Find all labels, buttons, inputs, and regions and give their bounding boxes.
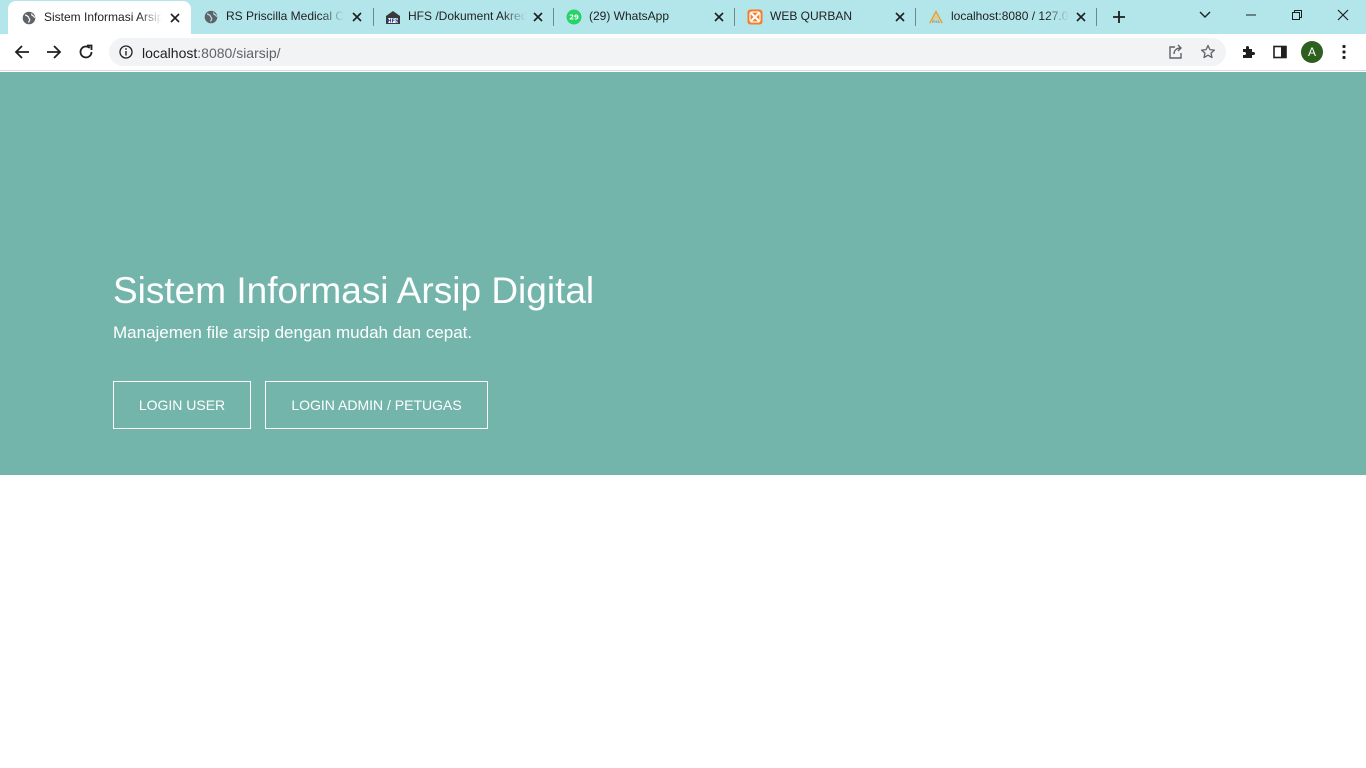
menu-button[interactable] (1332, 40, 1356, 64)
url-text: localhost:8080/siarsip/ (142, 45, 281, 61)
login-admin-button[interactable]: LOGIN ADMIN / PETUGAS (265, 381, 488, 429)
hero-section: Sistem Informasi Arsip Digital Manajemen… (0, 72, 1366, 475)
tab-title: RS Priscilla Medical Ce (226, 9, 344, 23)
phpmyadmin-icon: PMA (928, 9, 944, 25)
minimize-button[interactable] (1239, 5, 1263, 25)
close-icon[interactable] (711, 9, 727, 25)
tab-strip: Sistem Informasi Arsip RS Priscilla Medi… (0, 0, 1366, 34)
tab-whatsapp[interactable]: 29 (29) WhatsApp (553, 0, 735, 34)
puzzle-icon (1243, 46, 1255, 58)
close-window-button[interactable] (1331, 5, 1355, 25)
info-icon[interactable] (118, 44, 134, 60)
whatsapp-icon: 29 (566, 9, 582, 25)
globe-icon (203, 9, 219, 25)
chevron-down-icon (1199, 11, 1211, 18)
close-icon (1337, 9, 1349, 21)
hfs-icon: HFS (385, 9, 401, 25)
svg-text:HFS: HFS (387, 18, 399, 24)
more-vert-icon (1342, 44, 1346, 60)
new-tab-button[interactable] (1109, 7, 1129, 27)
url-host: localhost (142, 45, 198, 61)
url-path: :8080/siarsip/ (197, 45, 281, 61)
tab-separator (1096, 8, 1097, 26)
restore-button[interactable] (1285, 5, 1309, 25)
reload-icon (79, 44, 93, 59)
tab-search-button[interactable] (1193, 5, 1217, 25)
address-bar[interactable]: localhost:8080/siarsip/ (109, 38, 1226, 66)
tab-sistem-informasi-arsip[interactable]: Sistem Informasi Arsip (8, 1, 191, 34)
tab-hfs-dokument[interactable]: HFS HFS /Dokument Akred (372, 0, 554, 34)
tab-web-qurban[interactable]: WEB QURBAN (734, 0, 916, 34)
close-icon[interactable] (892, 9, 908, 25)
close-icon[interactable] (1073, 9, 1089, 25)
page-subtitle: Manajemen file arsip dengan mudah dan ce… (113, 323, 473, 342)
back-button[interactable] (10, 40, 34, 64)
arrow-left-icon (14, 45, 29, 59)
star-icon[interactable] (1199, 43, 1217, 61)
arrow-right-icon (47, 45, 62, 59)
tab-rs-priscilla[interactable]: RS Priscilla Medical Ce (190, 0, 373, 34)
share-icon[interactable] (1167, 43, 1185, 61)
tab-title: HFS /Dokument Akred (408, 9, 526, 23)
tab-title: (29) WhatsApp (589, 9, 670, 23)
close-icon[interactable] (167, 10, 183, 26)
side-panel-icon (1273, 45, 1287, 59)
close-icon[interactable] (349, 9, 365, 25)
tab-title: WEB QURBAN (770, 9, 853, 23)
minimize-icon (1246, 14, 1256, 16)
forward-button[interactable] (42, 40, 66, 64)
svg-text:PMA: PMA (932, 20, 940, 24)
plus-icon (1113, 11, 1125, 23)
tab-phpmyadmin[interactable]: PMA localhost:8080 / 127.0 (915, 0, 1097, 34)
globe-icon (21, 10, 37, 26)
close-icon[interactable] (530, 9, 546, 25)
page-title: Sistem Informasi Arsip Digital (113, 270, 595, 311)
extensions-button[interactable] (1236, 40, 1260, 64)
login-user-button[interactable]: LOGIN USER (113, 381, 251, 429)
profile-avatar[interactable]: A (1301, 41, 1323, 63)
whatsapp-badge: 29 (569, 14, 579, 22)
restore-icon (1292, 10, 1302, 20)
tab-title: Sistem Informasi Arsip (44, 10, 162, 24)
browser-toolbar: localhost:8080/siarsip/ A (0, 34, 1366, 71)
tab-title: localhost:8080 / 127.0 (951, 9, 1069, 23)
side-panel-button[interactable] (1268, 40, 1292, 64)
xampp-icon (747, 9, 763, 25)
reload-button[interactable] (74, 40, 98, 64)
